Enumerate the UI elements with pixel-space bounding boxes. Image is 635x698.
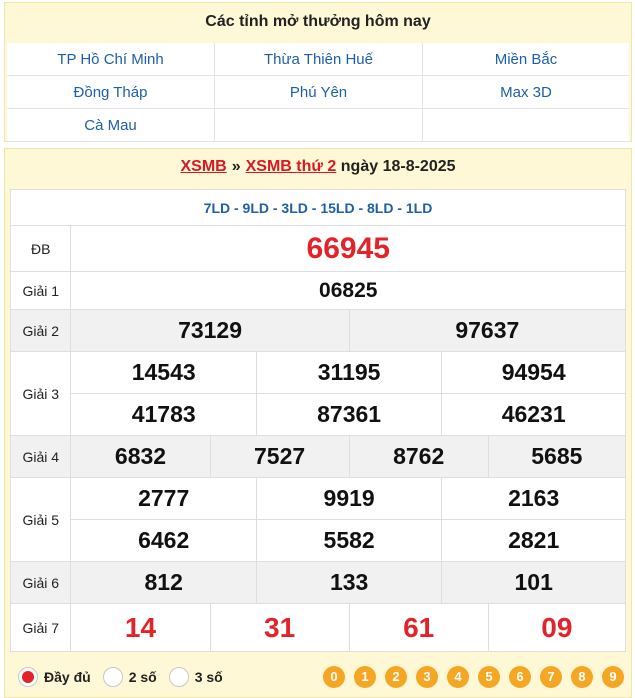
digit-button-4[interactable]: 4: [447, 666, 469, 688]
prize-row-g1: Giải 1 06825: [9, 271, 626, 310]
prize-row-g6: Giải 6 812 133 101: [9, 561, 626, 604]
breadcrumb-day-link[interactable]: XSMB thứ 2: [246, 158, 337, 175]
prize-number: 97637: [348, 309, 627, 352]
prize-number: 6832: [70, 435, 211, 478]
prize-label: Giải 2: [9, 309, 72, 352]
prize-label: ĐB: [9, 225, 72, 272]
digit-button-8[interactable]: 8: [571, 666, 593, 688]
digit-button-6[interactable]: 6: [509, 666, 531, 688]
option-label: Đầy đủ: [44, 669, 91, 685]
province-link-tp-ho-chi-minh[interactable]: TP Hồ Chí Minh: [7, 43, 215, 76]
prize-row-g4: Giải 4 6832 7527 8762 5685: [9, 435, 627, 478]
option-full[interactable]: Đầy đủ: [18, 667, 91, 687]
prize-label: Giải 7: [9, 603, 72, 652]
prize-number-db: 66945: [70, 225, 626, 272]
prize-number: 6462: [70, 519, 257, 562]
breadcrumb-separator: »: [231, 158, 241, 175]
prize-number: 46231: [441, 393, 626, 436]
prize-row-g5-b: 6462 5582 2821: [11, 519, 626, 562]
prize-number: 9919: [255, 477, 443, 520]
option-3-digits[interactable]: 3 số: [168, 667, 223, 687]
radio-selected-icon[interactable]: [18, 667, 38, 687]
prize-number: 812: [70, 561, 257, 604]
province-link-ca-mau[interactable]: Cà Mau: [7, 109, 215, 142]
breadcrumb: XSMB » XSMB thứ 2 ngày 18-8-2025: [5, 149, 631, 185]
prize-label: Giải 5: [9, 477, 72, 562]
radio-icon[interactable]: [168, 667, 189, 687]
prize-number: 31195: [255, 351, 443, 394]
results-table: 7LD - 9LD - 3LD - 15LD - 8LD - 1LD ĐB 66…: [9, 189, 627, 652]
prize-row-g3-b: 41783 87361 46231: [11, 393, 626, 436]
prize-row-g5: Giải 5 2777 9919 2163: [9, 477, 626, 562]
prize-number: 41783: [70, 393, 257, 436]
prize-number: 2163: [441, 477, 626, 520]
province-cell-empty: [423, 109, 629, 142]
results-panel: XSMB » XSMB thứ 2 ngày 18-8-2025 7LD - 9LD…: [4, 148, 632, 698]
digit-button-0[interactable]: 0: [323, 666, 345, 688]
results-footer: Đầy đủ 2 số 3 số 0 1 2 3 4 5 6 7 8 9: [10, 659, 626, 695]
digit-button-2[interactable]: 2: [385, 666, 407, 688]
provinces-grid: TP Hồ Chí Minh Thừa Thiên Huế Miền Bắc Đ…: [7, 43, 629, 142]
option-label: 3 số: [194, 669, 223, 685]
provinces-panel: Các tỉnh mở thưởng hôm nay TP Hồ Chí Min…: [4, 2, 632, 142]
prize-label: Giải 1: [9, 271, 72, 310]
prize-number: 101: [441, 561, 626, 604]
option-2-digits[interactable]: 2 số: [102, 667, 157, 687]
digit-button-9[interactable]: 9: [602, 666, 624, 688]
prize-number: 2821: [441, 519, 626, 562]
prize-row-g2: Giải 2 73129 97637: [9, 309, 627, 352]
province-link-phu-yen[interactable]: Phú Yên: [215, 76, 423, 109]
digit-button-3[interactable]: 3: [416, 666, 438, 688]
codes-row: 7LD - 9LD - 3LD - 15LD - 8LD - 1LD: [10, 189, 626, 226]
prize-number: 06825: [70, 271, 626, 310]
prize-number: 133: [255, 561, 443, 604]
prize-row-db: ĐB 66945: [9, 225, 626, 272]
prize-row-g3: Giải 3 14543 31195 94954: [9, 351, 626, 436]
digit-button-1[interactable]: 1: [354, 666, 376, 688]
radio-icon[interactable]: [102, 667, 123, 687]
prize-label: Giải 3: [9, 351, 72, 436]
prize-number: 5685: [487, 435, 627, 478]
breadcrumb-date: ngày 18-8-2025: [340, 158, 456, 175]
prize-label: Giải 6: [9, 561, 72, 604]
prize-number: 14543: [70, 351, 257, 394]
breadcrumb-xsmb-link[interactable]: XSMB: [180, 158, 226, 175]
digit-filter: 0 1 2 3 4 5 6 7 8 9: [323, 666, 624, 688]
prize-label: Giải 4: [9, 435, 72, 478]
prize-number-g7: 31: [209, 603, 350, 652]
digit-button-5[interactable]: 5: [478, 666, 500, 688]
prize-number: 7527: [209, 435, 350, 478]
prize-number: 2777: [70, 477, 257, 520]
province-link-max-3d[interactable]: Max 3D: [423, 76, 629, 109]
prize-row-g7: Giải 7 14 31 61 09: [9, 603, 627, 652]
province-link-dong-thap[interactable]: Đồng Tháp: [7, 76, 215, 109]
prize-number: 87361: [255, 393, 443, 436]
province-link-mien-bac[interactable]: Miền Bắc: [423, 43, 629, 76]
option-label: 2 số: [128, 669, 157, 685]
page: Các tỉnh mở thưởng hôm nay TP Hồ Chí Min…: [0, 0, 635, 698]
prize-number-g7: 14: [70, 603, 211, 652]
provinces-title: Các tỉnh mở thưởng hôm nay: [205, 13, 431, 30]
draw-codes: 7LD - 9LD - 3LD - 15LD - 8LD - 1LD: [10, 189, 626, 226]
province-link-thua-thien-hue[interactable]: Thừa Thiên Huế: [215, 43, 423, 76]
prize-number: 5582: [255, 519, 443, 562]
prize-number: 94954: [441, 351, 626, 394]
digit-button-7[interactable]: 7: [540, 666, 562, 688]
prize-number-g7: 61: [348, 603, 489, 652]
prize-number-g7: 09: [487, 603, 627, 652]
prize-number: 73129: [70, 309, 350, 352]
province-cell-empty: [215, 109, 423, 142]
prize-number: 8762: [348, 435, 489, 478]
